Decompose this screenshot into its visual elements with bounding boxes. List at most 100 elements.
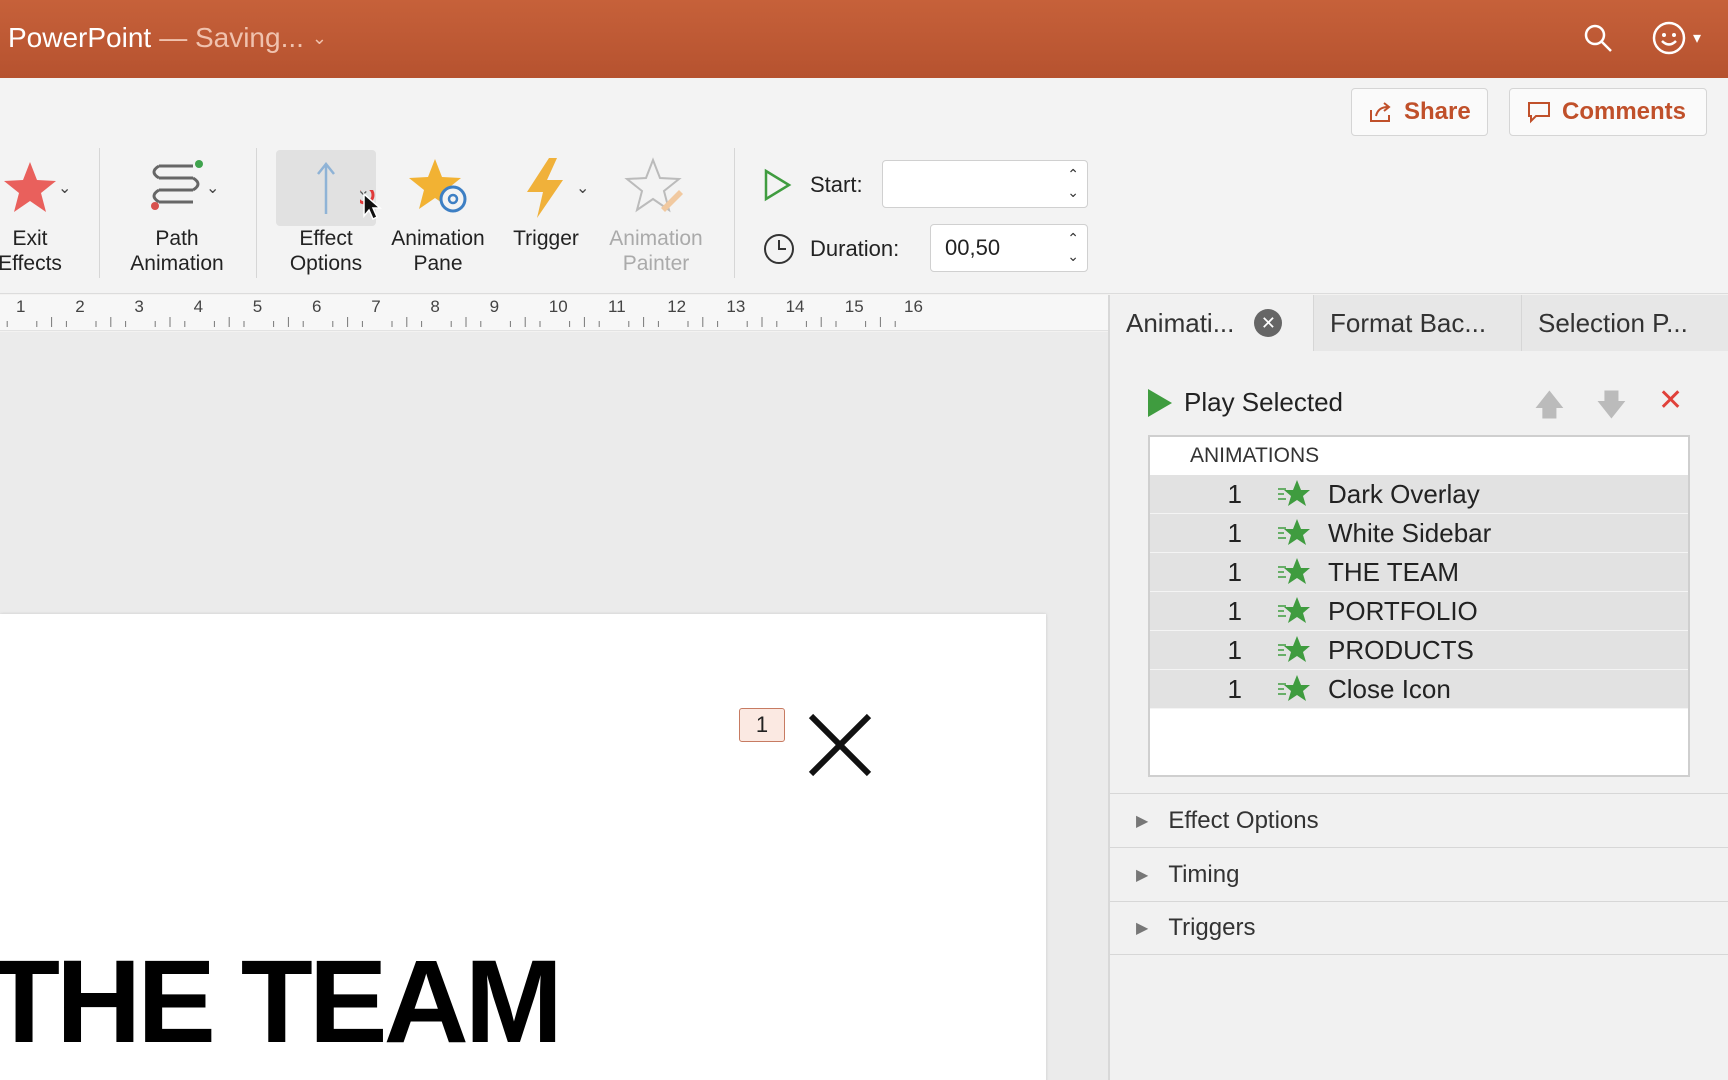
- animation-row[interactable]: 1 Close Icon: [1150, 670, 1688, 709]
- animation-label: THE TEAM: [1328, 556, 1459, 587]
- slide[interactable]: 1 THE TEAM: [0, 614, 1046, 1080]
- section-label: Timing: [1168, 860, 1240, 888]
- animation-order: 1: [1227, 595, 1242, 626]
- animation-label: Close Icon: [1328, 673, 1451, 704]
- animation-row[interactable]: 1 White Sidebar: [1150, 514, 1688, 553]
- search-icon[interactable]: [1578, 18, 1618, 58]
- slide-canvas: 1 THE TEAM: [0, 332, 1108, 1080]
- animation-star-icon: [1278, 518, 1322, 548]
- ruler-number: 6: [312, 297, 322, 316]
- mouse-cursor-icon: [360, 190, 382, 220]
- play-selected-button[interactable]: Play Selected: [1146, 387, 1343, 418]
- lightning-icon: [506, 150, 586, 226]
- section-effect-options[interactable]: ▶ Effect Options: [1110, 793, 1728, 847]
- trigger-label: Trigger: [513, 227, 579, 250]
- stepper-arrows[interactable]: ⌃ ⌄: [1067, 229, 1079, 265]
- ruler-number: 8: [430, 297, 440, 316]
- animation-order: 1: [1227, 556, 1242, 587]
- chevron-down-icon: ⌄: [311, 27, 328, 48]
- ruler-number: 4: [193, 297, 204, 316]
- triangle-right-icon: ▶: [1136, 920, 1149, 937]
- path-animation-label: Path Animation: [130, 227, 224, 275]
- exit-effects-button[interactable]: Exit Effects: [0, 150, 72, 276]
- animation-row[interactable]: 1 Dark Overlay: [1150, 475, 1688, 514]
- arrow-down-icon[interactable]: 🡇: [1596, 383, 1627, 434]
- path-animation-button[interactable]: Path Animation: [118, 150, 236, 276]
- play-icon: [1148, 388, 1172, 417]
- effect-options-label: Effect Options: [289, 227, 363, 275]
- clock-icon: [764, 234, 794, 264]
- animation-row[interactable]: 1 PORTFOLIO: [1150, 592, 1688, 631]
- chevron-down-icon[interactable]: ⌄: [58, 178, 71, 198]
- comments-label: Comments: [1562, 98, 1687, 125]
- pane-tabs: Animati... ✕ Format Bac... Selection P..…: [1110, 295, 1728, 351]
- arrow-up-icon[interactable]: 🡅: [1534, 383, 1565, 434]
- animation-star-icon: [1278, 596, 1322, 626]
- ruler-number: 5: [252, 297, 263, 316]
- animation-pane-label: Animation Pane: [391, 227, 485, 275]
- play-selected-label: Play Selected: [1184, 387, 1343, 417]
- section-label: Effect Options: [1168, 806, 1319, 834]
- animation-star-icon: [1278, 635, 1322, 665]
- smiley-icon: [1652, 21, 1686, 55]
- slide-heading[interactable]: THE TEAM: [0, 934, 563, 1070]
- tab-label: Animati...: [1126, 307, 1235, 338]
- horizontal-ruler: 1 2 3 4 5 6 7 8 9 10 11 12 13 14 15 16: [0, 295, 1108, 331]
- animation-painter-button[interactable]: Animation Painter: [598, 150, 714, 276]
- start-select[interactable]: ⌃ ⌄: [882, 160, 1088, 208]
- tab-animation[interactable]: Animati... ✕: [1110, 295, 1314, 351]
- title-bar: PowerPoint — Saving... ⌄ ▾: [0, 0, 1728, 78]
- chevron-down-icon: ▾: [1692, 30, 1702, 47]
- duration-input[interactable]: 00,50 ⌃ ⌄: [930, 224, 1088, 272]
- animation-order-tag[interactable]: 1: [739, 708, 785, 742]
- ruler-number: 10: [548, 297, 568, 316]
- animation-pane-button[interactable]: Animation Pane: [382, 150, 494, 276]
- effect-options-button[interactable]: ⌄ Effect Options: [272, 150, 382, 276]
- delete-icon[interactable]: ✕: [1658, 383, 1683, 418]
- divider: [99, 148, 100, 278]
- duration-row: Duration:: [762, 232, 899, 266]
- share-button[interactable]: Share: [1351, 88, 1488, 136]
- list-header: ANIMATIONS: [1190, 444, 1320, 467]
- comments-button[interactable]: Comments: [1509, 88, 1707, 136]
- stepper-arrows[interactable]: ⌃ ⌄: [1067, 165, 1079, 201]
- section-triggers[interactable]: ▶ Triggers: [1110, 901, 1728, 955]
- section-timing[interactable]: ▶ Timing: [1110, 847, 1728, 901]
- close-icon[interactable]: ✕: [1254, 309, 1283, 337]
- tab-selection-pane[interactable]: Selection P...: [1522, 295, 1728, 351]
- ruler-number: 15: [844, 297, 864, 316]
- play-icon: [764, 168, 792, 202]
- start-row: Start:: [762, 168, 863, 202]
- arrow-up-icon: ⌄: [276, 150, 382, 226]
- animation-side-pane: Animati... ✕ Format Bac... Selection P..…: [1108, 295, 1728, 1080]
- close-icon[interactable]: [805, 710, 875, 780]
- triangle-right-icon: ▶: [1136, 812, 1149, 830]
- animation-star-icon: [1278, 557, 1322, 587]
- chevron-down-icon[interactable]: ⌄: [206, 178, 219, 198]
- ribbon: Share Comments Exit Effects ⌄ Path Anima…: [0, 78, 1728, 294]
- animation-row[interactable]: 1 THE TEAM: [1150, 553, 1688, 592]
- duration-label: Duration:: [810, 236, 900, 261]
- start-label: Start:: [810, 172, 863, 197]
- animation-star-icon: [1278, 479, 1322, 509]
- animation-label: White Sidebar: [1328, 517, 1492, 548]
- animation-row[interactable]: 1 PRODUCTS: [1150, 631, 1688, 670]
- chevron-down-icon[interactable]: ⌄: [576, 178, 589, 198]
- animation-star-icon: [1278, 674, 1322, 704]
- animations-list: ANIMATIONS 1 Dark Overlay 1 White Sidebar 1 T…: [1148, 435, 1690, 777]
- ruler-number: 11: [608, 297, 626, 316]
- trigger-button[interactable]: Trigger: [506, 150, 586, 251]
- divider: [256, 148, 257, 278]
- ruler-number: 2: [75, 297, 85, 316]
- divider: [734, 148, 735, 278]
- document-title[interactable]: PowerPoint — Saving... ⌄: [8, 22, 327, 54]
- ruler-number: 1: [16, 297, 26, 316]
- section-label: Triggers: [1168, 914, 1256, 941]
- animation-label: PRODUCTS: [1328, 634, 1474, 665]
- duration-value: 00,50: [945, 235, 1001, 260]
- ruler-number: 16: [904, 297, 923, 316]
- account-menu[interactable]: ▾: [1644, 18, 1708, 58]
- comment-icon: [1528, 102, 1550, 124]
- tab-format-background[interactable]: Format Bac...: [1314, 295, 1522, 351]
- animation-label: PORTFOLIO: [1328, 595, 1478, 626]
